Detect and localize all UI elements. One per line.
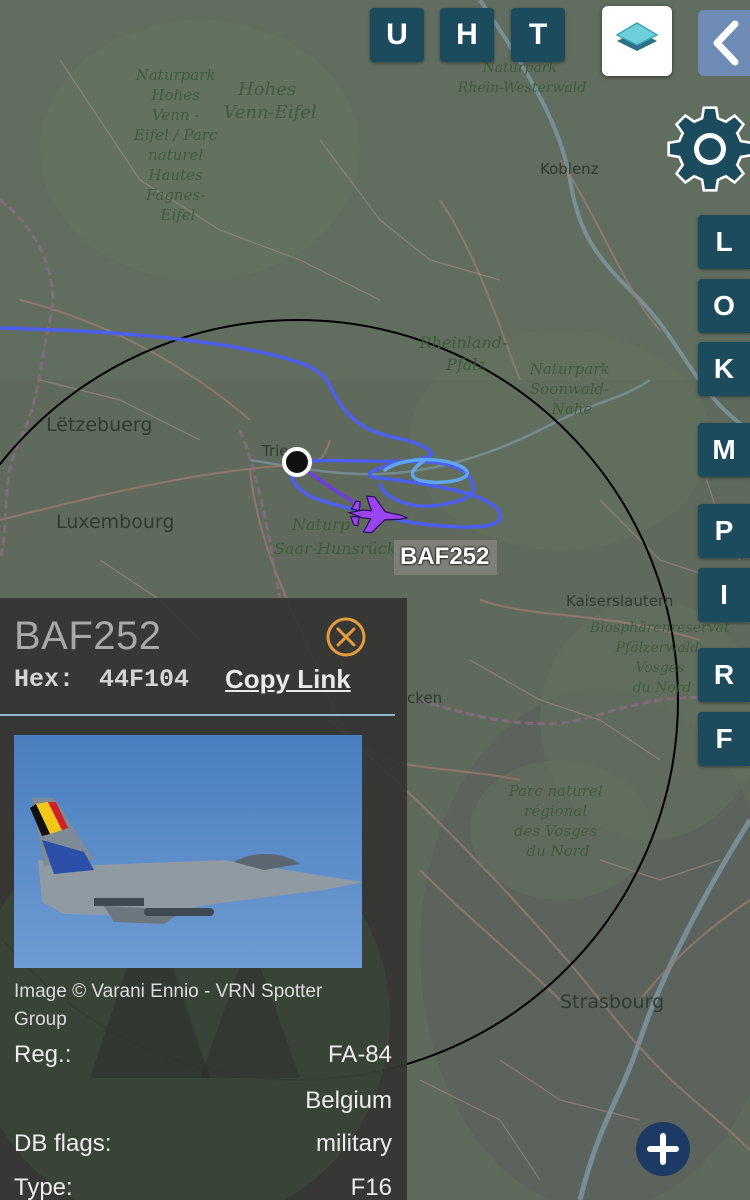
side-i-button[interactable]: I bbox=[698, 568, 750, 622]
label-naturpark-saar: Naturp bbox=[291, 515, 350, 534]
gear-icon bbox=[667, 106, 750, 192]
aircraft-photo[interactable] bbox=[14, 735, 362, 968]
label-saar-hunsrueck: Saar-Hunsrück bbox=[274, 539, 396, 558]
panel-callsign: BAF252 bbox=[14, 614, 162, 658]
label-strasbourg: Strasbourg bbox=[560, 991, 664, 1013]
reg-value: FA-84 bbox=[327, 1041, 392, 1068]
label-letzebuerg: Lëtzebuerg bbox=[46, 414, 152, 436]
side-f-button[interactable]: F bbox=[698, 712, 750, 766]
image-credit[interactable]: Image © Varani Ennio - VRN Spotter Group bbox=[14, 978, 354, 1034]
panel-divider bbox=[0, 714, 395, 716]
type-label: Type: bbox=[14, 1174, 73, 1200]
hex-row: Hex: 44F104 bbox=[14, 665, 189, 694]
side-p-button[interactable]: P bbox=[698, 504, 750, 558]
db-flags-label: DB flags: bbox=[14, 1130, 112, 1157]
close-icon[interactable] bbox=[325, 616, 367, 658]
settings-button[interactable] bbox=[662, 100, 750, 198]
side-l-button[interactable]: L bbox=[698, 215, 750, 269]
label-koblenz: Koblenz bbox=[540, 160, 599, 178]
hex-label: Hex: bbox=[14, 665, 75, 694]
back-button[interactable] bbox=[698, 10, 750, 76]
side-k-button[interactable]: K bbox=[698, 342, 750, 396]
side-r-button[interactable]: R bbox=[698, 648, 750, 702]
plus-icon bbox=[647, 1133, 679, 1165]
aircraft-map-label[interactable]: BAF252 bbox=[394, 540, 498, 575]
db-flags-value: military bbox=[316, 1130, 392, 1157]
label-line: Naturpark bbox=[135, 66, 216, 84]
chevron-left-icon bbox=[713, 20, 739, 66]
hex-value: 44F104 bbox=[99, 665, 190, 694]
toolbar-h-button[interactable]: H bbox=[440, 8, 494, 62]
side-m-button[interactable]: M bbox=[698, 423, 750, 477]
label-cken: cken bbox=[407, 689, 442, 707]
layers-icon bbox=[615, 22, 659, 51]
reg-label: Reg.: bbox=[14, 1041, 72, 1068]
label-luxembourg: Luxembourg bbox=[56, 511, 174, 533]
layers-button[interactable] bbox=[602, 6, 672, 76]
country-value: Belgium bbox=[305, 1087, 392, 1114]
side-o-button[interactable]: O bbox=[698, 279, 750, 333]
zoom-in-button[interactable] bbox=[636, 1122, 690, 1176]
origin-marker bbox=[282, 447, 312, 477]
type-value: F16 bbox=[350, 1174, 392, 1200]
copy-link[interactable]: Copy Link bbox=[225, 664, 351, 695]
toolbar-u-button[interactable]: U bbox=[370, 8, 424, 62]
aircraft-info-panel: BAF252 Hex: 44F104 Copy Link Image © Var… bbox=[0, 598, 407, 1200]
label-kaiserslautern: Kaiserslautern bbox=[566, 592, 673, 610]
toolbar-t-button[interactable]: T bbox=[511, 8, 565, 62]
